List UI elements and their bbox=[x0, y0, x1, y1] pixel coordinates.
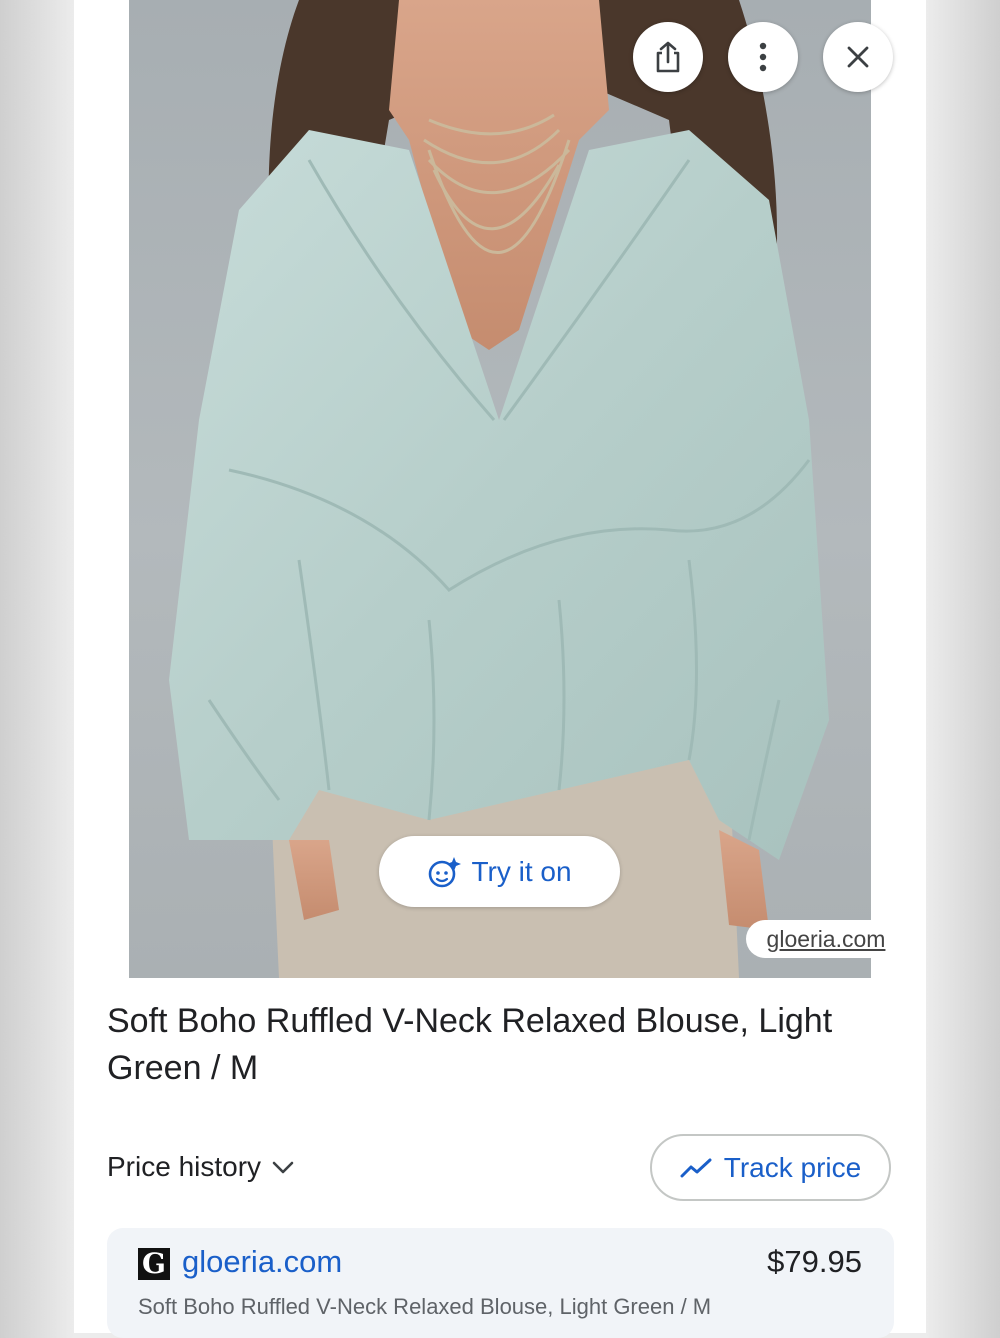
more-options-button[interactable] bbox=[728, 22, 798, 92]
share-icon bbox=[656, 41, 680, 73]
face-sparkle-icon bbox=[429, 856, 462, 887]
more-vert-icon bbox=[759, 42, 767, 72]
price-history-toggle[interactable]: Price history bbox=[107, 1149, 295, 1185]
close-button[interactable] bbox=[823, 22, 893, 92]
offer-description: Soft Boho Ruffled V-Neck Relaxed Blouse,… bbox=[138, 1294, 712, 1319]
blouse-photo-illustration bbox=[169, 0, 829, 978]
try-it-on-label: Try it on bbox=[471, 855, 572, 887]
share-button[interactable] bbox=[633, 22, 703, 92]
image-source-link[interactable]: gloeria.com bbox=[746, 920, 906, 958]
product-image[interactable] bbox=[129, 0, 871, 978]
product-title: Soft Boho Ruffled V-Neck Relaxed Blouse,… bbox=[107, 1002, 833, 1087]
store-name-link[interactable]: gloeria.com bbox=[182, 1244, 342, 1280]
price-history-label: Price history bbox=[107, 1151, 262, 1182]
chevron-down-icon bbox=[272, 1161, 294, 1174]
close-icon bbox=[847, 46, 869, 68]
store-offer-card[interactable]: G gloeria.com $79.95 Soft Boho Ruffled V… bbox=[107, 1228, 894, 1338]
trending-up-icon bbox=[680, 1158, 712, 1177]
try-it-on-button[interactable]: Try it on bbox=[379, 836, 620, 907]
track-price-button[interactable]: Track price bbox=[650, 1134, 891, 1201]
offer-price: $79.95 bbox=[767, 1244, 862, 1279]
track-price-label: Track price bbox=[723, 1151, 862, 1183]
store-logo-icon: G bbox=[138, 1248, 170, 1280]
